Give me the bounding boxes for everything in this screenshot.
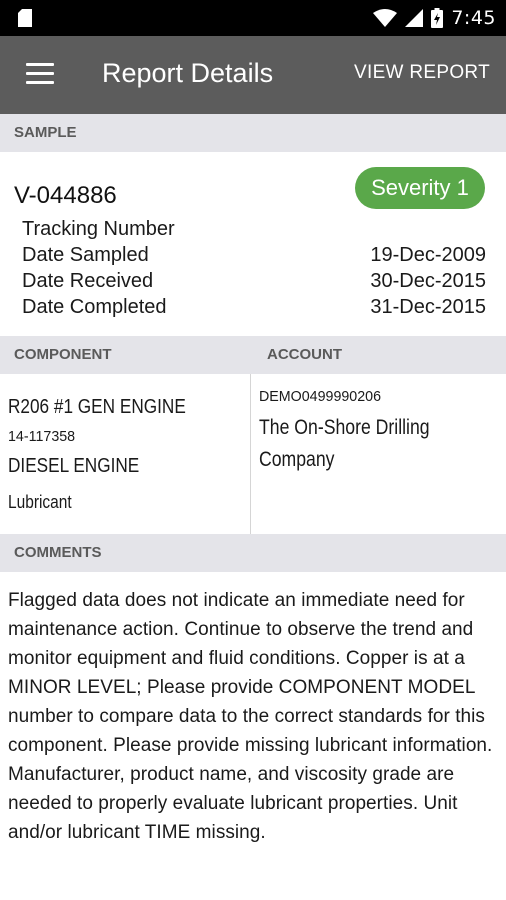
component-panel: R206 #1 GEN ENGINE 14-117358 DIESEL ENGI…	[0, 374, 250, 534]
date-completed-row: Date Completed 31-Dec-2015	[22, 296, 486, 319]
tracking-number-row: Tracking Number	[22, 218, 486, 241]
component-account-header: COMPONENT ACCOUNT	[0, 336, 506, 374]
account-header-label: ACCOUNT	[267, 346, 342, 363]
tracking-number-label: Tracking Number	[22, 218, 175, 240]
date-sampled-label: Date Sampled	[22, 244, 149, 266]
hamburger-menu-icon[interactable]	[26, 63, 54, 85]
component-serial: 14-117358	[8, 428, 76, 445]
comments-header-label: COMMENTS	[14, 544, 102, 561]
date-completed-value: 31-Dec-2015	[370, 296, 486, 318]
date-received-row: Date Received 30-Dec-2015	[22, 270, 486, 293]
sim-card-icon	[18, 9, 32, 27]
severity-badge: Severity 1	[355, 167, 485, 209]
component-header-label: COMPONENT	[14, 346, 112, 363]
account-name-line1: The On-Shore Drilling	[259, 416, 430, 439]
app-bar: Report Details VIEW REPORT	[0, 36, 506, 114]
page-title: Report Details	[102, 58, 274, 88]
signal-icon	[405, 9, 424, 27]
account-panel: DEMO0499990206 The On-Shore Drilling Com…	[251, 374, 506, 534]
date-completed-label: Date Completed	[22, 296, 167, 318]
status-icons: 7:45	[373, 0, 496, 36]
account-number: DEMO0499990206	[259, 388, 382, 405]
status-time: 7:45	[451, 7, 496, 29]
sample-section-header: SAMPLE	[0, 114, 506, 152]
component-type: DIESEL ENGINE	[8, 455, 140, 477]
battery-charging-icon	[431, 8, 444, 28]
sample-header-label: SAMPLE	[14, 124, 77, 141]
date-received-value: 30-Dec-2015	[370, 270, 486, 292]
status-bar: 7:45	[0, 0, 506, 36]
date-sampled-row: Date Sampled 19-Dec-2009	[22, 244, 486, 267]
component-fluid: Lubricant	[8, 492, 72, 512]
view-report-button[interactable]: VIEW REPORT	[354, 62, 490, 84]
component-name: R206 #1 GEN ENGINE	[8, 396, 186, 418]
comments-section-header: COMMENTS	[0, 534, 506, 572]
date-sampled-value: 19-Dec-2009	[370, 244, 486, 266]
date-received-label: Date Received	[22, 270, 154, 292]
wifi-icon	[373, 9, 398, 27]
sample-id: V-044886	[14, 182, 117, 209]
account-name-line2: Company	[259, 448, 335, 471]
comments-text: Flagged data does not indicate an immedi…	[8, 590, 493, 843]
